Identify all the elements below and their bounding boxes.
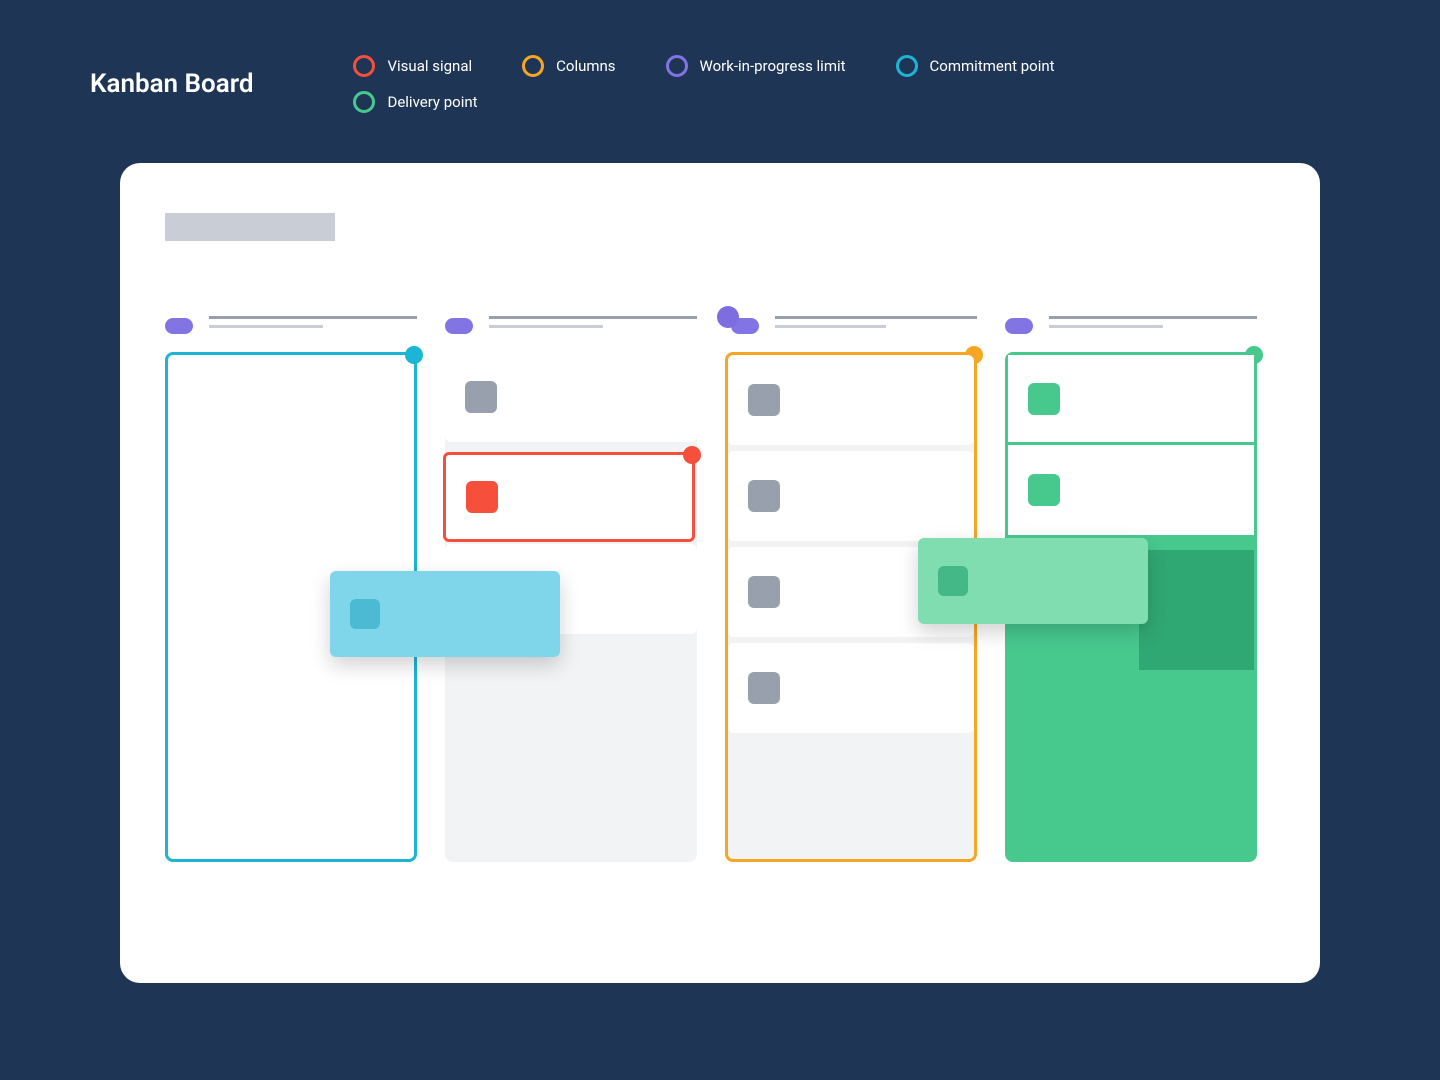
visual-signal-icon [683,446,701,464]
column-title-placeholder [489,316,697,328]
column-commitment [165,316,417,862]
legend-label: Columns [556,57,615,75]
legend-item-delivery: Delivery point [353,91,477,113]
card-chip-icon [465,381,497,413]
wip-limit-icon [1005,318,1033,334]
legend: Visual signal Columns Work-in-progress l… [353,55,1113,113]
kanban-card[interactable] [168,445,414,535]
kanban-card[interactable] [728,643,974,733]
column-title-placeholder [1049,316,1257,328]
column-title-placeholder [775,316,977,328]
wip-limit-dot-icon [717,306,739,328]
legend-label: Work-in-progress limit [700,57,846,75]
card-chip-icon [188,654,220,686]
legend-item-wip: Work-in-progress limit [666,55,846,77]
legend-item-columns: Columns [522,55,615,77]
column-title-placeholder [209,316,417,328]
legend-dot-visual-signal [353,55,375,77]
column-delivery [1005,316,1257,862]
wip-limit-icon [445,318,473,334]
card-chip-icon [938,566,968,596]
column-header [165,316,417,352]
column-header [1005,316,1257,352]
legend-dot-delivery [353,91,375,113]
column-body [1005,352,1257,862]
column-dropzone [1139,550,1254,670]
legend-dot-wip [666,55,688,77]
column-header [445,316,697,352]
legend-label: Commitment point [930,57,1055,75]
kanban-card[interactable] [445,352,697,442]
card-chip-icon [1028,383,1060,415]
columns-container [165,316,1275,862]
legend-label: Delivery point [387,93,477,111]
wip-limit-icon [165,318,193,334]
kanban-card[interactable] [728,355,974,445]
card-chip-icon [748,384,780,416]
legend-label: Visual signal [387,57,472,75]
kanban-card[interactable] [168,355,414,445]
kanban-card-dragging[interactable] [918,538,1148,624]
legend-dot-columns [522,55,544,77]
card-chip-icon [350,599,380,629]
legend-item-commitment: Commitment point [896,55,1055,77]
card-chip-icon [1028,474,1060,506]
card-chip-icon [466,481,498,513]
legend-dot-commitment [896,55,918,77]
card-chip-icon [188,384,220,416]
card-chip-icon [748,576,780,608]
kanban-card-dragging[interactable] [330,571,560,657]
column-header [725,316,977,352]
kanban-card[interactable] [1008,355,1254,445]
card-chip-icon [188,474,220,506]
board-title-placeholder [165,213,335,241]
card-chip-icon [748,672,780,704]
card-chip-icon [748,480,780,512]
card-chip-icon [188,564,220,596]
legend-item-visual-signal: Visual signal [353,55,472,77]
page-title: Kanban Board [90,69,253,99]
kanban-card[interactable] [1008,445,1254,535]
kanban-card[interactable] [728,451,974,541]
board-panel [120,163,1320,983]
kanban-card-visual-signal[interactable] [443,452,695,542]
